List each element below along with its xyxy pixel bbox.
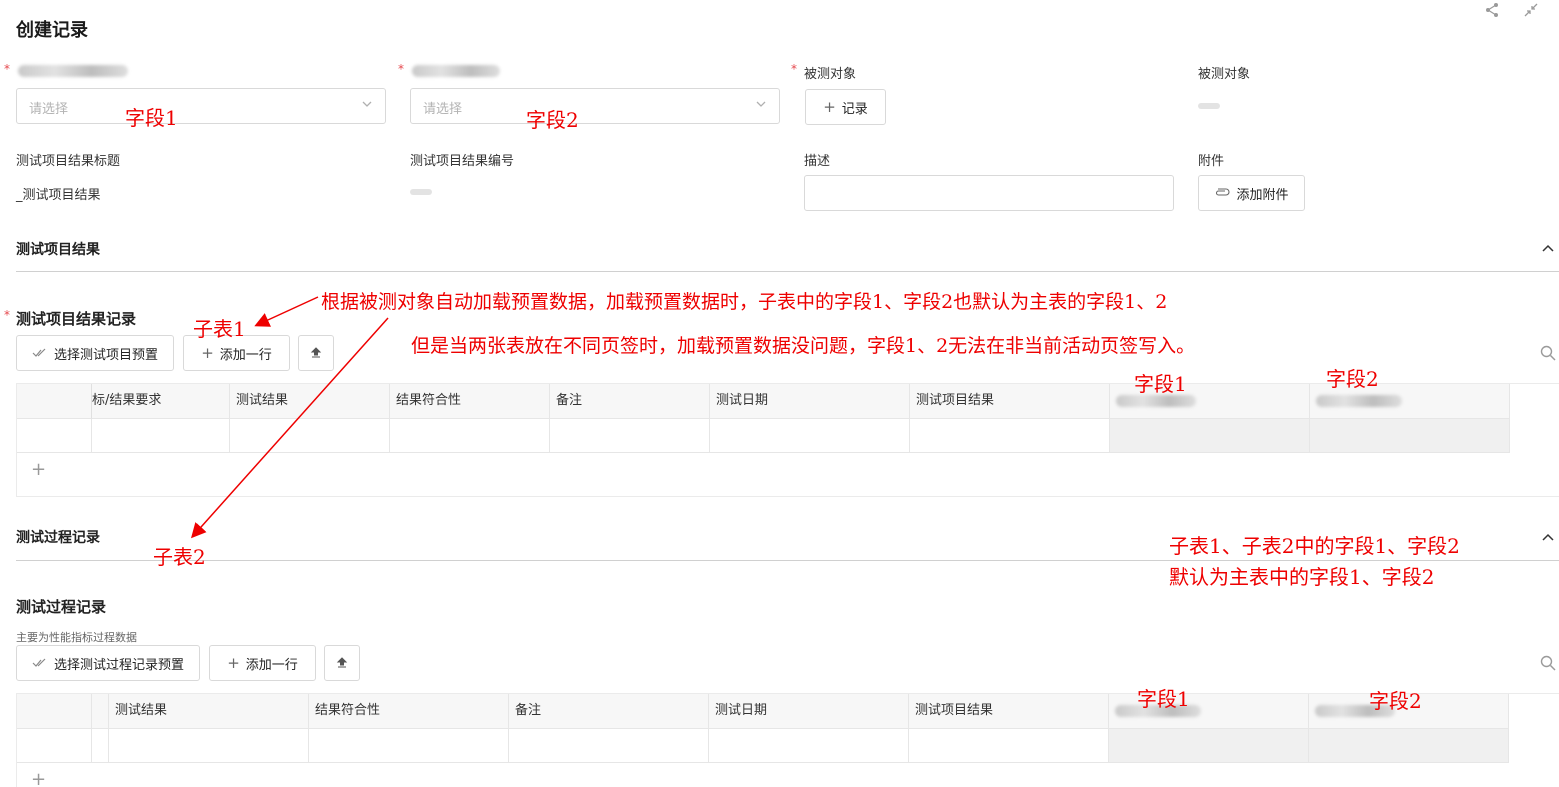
arrow-to-subtable2 bbox=[190, 317, 389, 539]
annotation-arrows bbox=[190, 296, 389, 539]
arrow-to-subtable1 bbox=[254, 296, 319, 327]
